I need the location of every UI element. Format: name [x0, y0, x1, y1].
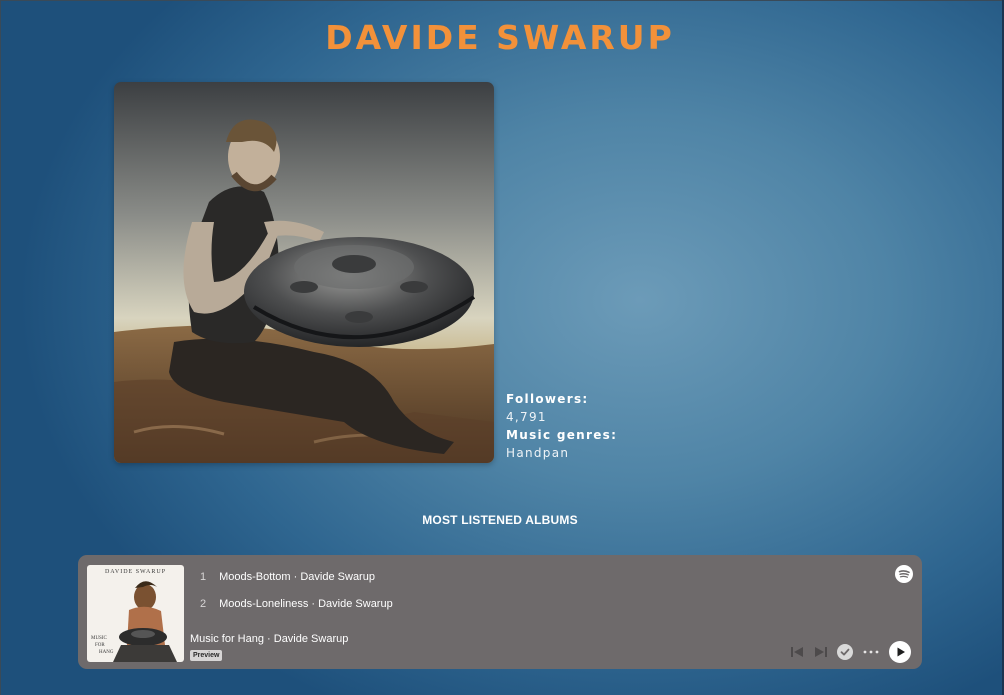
window-top-edge — [0, 0, 1004, 1]
most-listened-albums-title: MOST LISTENED ALBUMS — [422, 513, 578, 527]
track-item[interactable]: 1 Moods-Bottom · Davide Swarup — [200, 571, 375, 583]
genres-label: Music genres: — [506, 428, 618, 442]
preview-badge: Preview — [190, 650, 223, 661]
now-playing-album[interactable]: Music for Hang · Davide Swarup — [190, 633, 348, 645]
svg-text:DAVIDE SWARUP: DAVIDE SWARUP — [105, 569, 166, 575]
window-left-edge — [0, 0, 1, 695]
artist-info: Followers: 4,791 Music genres: Handpan — [506, 390, 617, 462]
playback-controls — [791, 641, 911, 663]
track-number: 1 — [200, 571, 207, 583]
album-cover-image: DAVIDE SWARUP MUSIC FOR HANG — [87, 565, 184, 662]
svg-text:MUSIC: MUSIC — [91, 636, 108, 641]
track-item[interactable]: 2 Moods-Loneliness · Davide Swarup — [200, 598, 393, 610]
next-icon[interactable] — [814, 646, 827, 658]
spotify-embed-player[interactable]: DAVIDE SWARUP MUSIC FOR HANG 1 Moods-Bot… — [78, 555, 922, 669]
more-icon[interactable] — [863, 650, 879, 654]
track-title: Moods-Loneliness · Davide Swarup — [219, 598, 393, 610]
saved-check-icon[interactable] — [837, 644, 853, 660]
artist-photo-image — [114, 82, 494, 463]
track-number: 2 — [200, 598, 207, 610]
followers-value: 4,791 — [506, 410, 547, 424]
artist-name: DAVIDE SWARUP — [325, 18, 675, 57]
svg-text:HANG: HANG — [99, 650, 114, 655]
album-cover[interactable]: DAVIDE SWARUP MUSIC FOR HANG — [87, 565, 184, 662]
track-title: Moods-Bottom · Davide Swarup — [219, 571, 375, 583]
play-icon[interactable] — [889, 641, 911, 663]
spotify-icon[interactable] — [895, 565, 913, 583]
previous-icon[interactable] — [791, 646, 804, 658]
followers-label: Followers: — [506, 392, 589, 406]
genres-value: Handpan — [506, 446, 570, 460]
svg-text:FOR: FOR — [95, 643, 105, 648]
artist-photo — [114, 82, 494, 463]
